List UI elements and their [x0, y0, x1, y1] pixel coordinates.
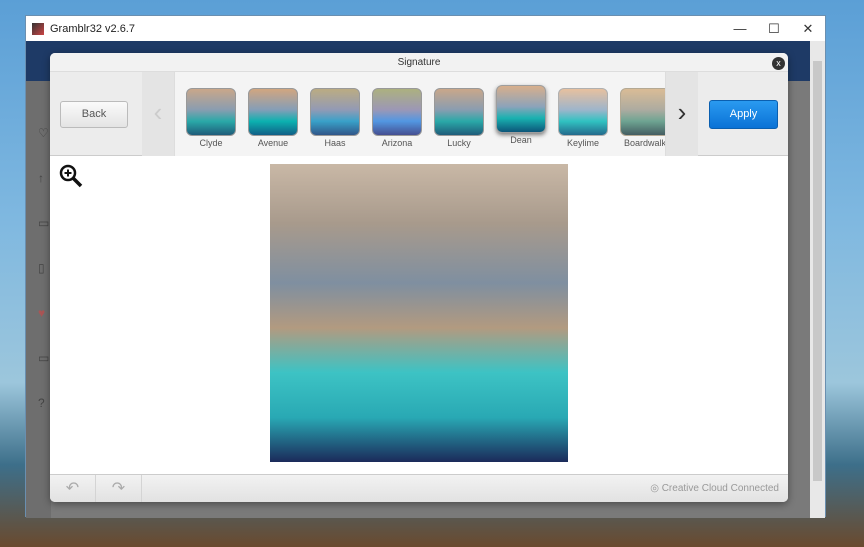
filter-label: Haas: [324, 138, 346, 148]
filter-list: Clyde Avenue Haas Arizona Lucky Dean Key…: [174, 72, 666, 156]
app-icon: [32, 22, 44, 35]
filter-label: Arizona: [381, 138, 413, 148]
minimize-button[interactable]: —: [723, 16, 757, 41]
filter-toolbar: Back ‹ Clyde Avenue Haas Arizona Lucky D…: [50, 72, 788, 156]
filter-boardwalk[interactable]: Boardwalk: [620, 88, 666, 148]
wallet-icon: ▭: [38, 351, 50, 365]
filter-label: Avenue: [257, 138, 289, 148]
filter-arizona[interactable]: Arizona: [372, 88, 422, 148]
filters-prev-button[interactable]: ‹: [142, 72, 174, 156]
filter-thumbnail: [496, 85, 546, 133]
creative-cloud-icon: ◎: [650, 483, 662, 494]
undo-button[interactable]: ↶: [50, 475, 96, 502]
filter-label: Lucky: [447, 138, 471, 148]
apply-button[interactable]: Apply: [709, 100, 778, 129]
filter-thumbnail: [186, 88, 236, 136]
filter-thumbnail: [434, 88, 484, 136]
redo-button[interactable]: ↷: [96, 475, 142, 502]
filter-label: Clyde: [199, 138, 223, 148]
close-window-button[interactable]: ✕: [791, 16, 825, 41]
filter-label: Boardwalk: [623, 138, 666, 148]
creative-cloud-status: ◎ Creative Cloud Connected: [650, 483, 779, 494]
filter-haas[interactable]: Haas: [310, 88, 360, 148]
filter-label: Keylime: [566, 138, 599, 148]
filters-next-button[interactable]: ›: [666, 72, 698, 156]
filter-avenue[interactable]: Avenue: [248, 88, 298, 148]
sidebar: ♡ ↑ ▭ ▯ ♥ ▭ ?: [26, 81, 51, 518]
filter-thumbnail: [310, 88, 360, 136]
filter-dean-selected[interactable]: Dean: [496, 85, 546, 145]
filter-lucky[interactable]: Lucky: [434, 88, 484, 148]
modal-title: Signature: [50, 53, 788, 72]
heart-icon: ♥: [38, 306, 46, 320]
bookmark-icon: ▯: [38, 261, 45, 275]
modal-close-button[interactable]: x: [772, 57, 785, 70]
filter-label: Dean: [510, 135, 532, 145]
filter-thumbnail: [248, 88, 298, 136]
filter-modal: Signature x Back ‹ Clyde Avenue Haas Ari…: [50, 53, 788, 502]
modal-footer: ↶ ↷ ◎ Creative Cloud Connected: [50, 474, 788, 502]
filter-thumbnail: [558, 88, 608, 136]
title-bar: Gramblr32 v2.6.7: [26, 16, 825, 41]
filter-thumbnail: [372, 88, 422, 136]
creative-cloud-status-text: Creative Cloud Connected: [661, 483, 779, 494]
maximize-button[interactable]: ☐: [757, 16, 791, 41]
upload-icon: ↑: [38, 171, 44, 185]
trophy-icon: ♡: [38, 126, 49, 140]
window-title: Gramblr32 v2.6.7: [50, 22, 135, 35]
zoom-in-icon[interactable]: [58, 163, 84, 189]
back-button[interactable]: Back: [60, 101, 128, 128]
filter-keylime[interactable]: Keylime: [558, 88, 608, 148]
filter-clyde[interactable]: Clyde: [186, 88, 236, 148]
help-icon: ?: [38, 396, 45, 410]
scrollbar-thumb[interactable]: [813, 61, 822, 481]
photo-preview: [270, 164, 568, 462]
calendar-icon: ▭: [38, 216, 50, 230]
scrollbar[interactable]: [810, 41, 825, 518]
filter-thumbnail: [620, 88, 665, 136]
